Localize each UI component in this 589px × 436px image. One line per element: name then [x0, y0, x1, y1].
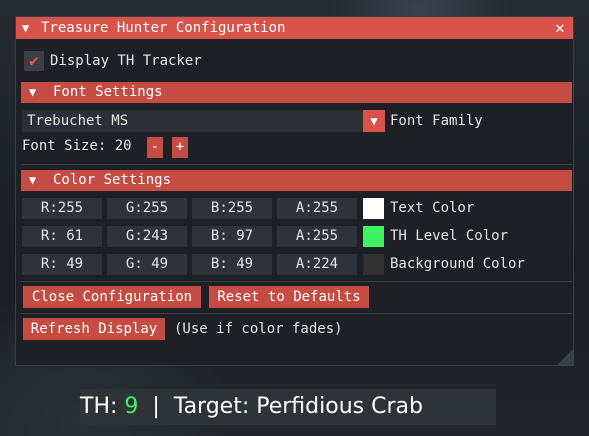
th-value: 9: [124, 394, 139, 419]
collapse-triangle-icon[interactable]: ▼: [22, 17, 29, 39]
background-color-label: Background Color: [390, 256, 525, 272]
display-tracker-checkbox[interactable]: ✔: [24, 51, 44, 71]
font-size-decrement-button[interactable]: -: [147, 137, 163, 158]
font-size-increment-button[interactable]: +: [172, 137, 188, 158]
background-color-a-field[interactable]: A:224: [277, 254, 357, 275]
background-color-swatch[interactable]: [363, 254, 384, 275]
text-color-label: Text Color: [390, 200, 475, 216]
th-tracker-overlay: TH: 9 | Target: Perfidious Crab: [80, 389, 496, 425]
background-color-r-field[interactable]: R: 49: [22, 254, 102, 275]
chevron-down-icon[interactable]: ▼: [363, 110, 385, 132]
text-color-a-field[interactable]: A:255: [277, 198, 357, 219]
th-level-color-label: TH Level Color: [390, 228, 509, 244]
separator: [21, 281, 572, 282]
th-label: TH:: [80, 394, 125, 419]
collapse-triangle-icon: ▼: [29, 173, 37, 187]
font-settings-title: Font Settings: [53, 84, 163, 100]
close-configuration-button[interactable]: Close Configuration: [23, 286, 201, 308]
text-color-r-field[interactable]: R:255: [22, 198, 102, 219]
refresh-hint-text: (Use if color fades): [174, 321, 343, 337]
display-tracker-label: Display TH Tracker: [50, 53, 202, 69]
font-family-label: Font Family: [390, 113, 483, 129]
resize-grip[interactable]: [557, 349, 573, 365]
text-color-g-field[interactable]: G:255: [107, 198, 187, 219]
th-level-color-r-field[interactable]: R: 61: [22, 226, 102, 247]
text-color-swatch[interactable]: [363, 198, 384, 219]
window-titlebar[interactable]: ▼ Treasure Hunter Configuration ✕: [16, 17, 573, 39]
separator: [21, 164, 572, 165]
th-level-color-b-field[interactable]: B: 97: [192, 226, 272, 247]
separator: [21, 313, 572, 314]
color-settings-header[interactable]: ▼ Color Settings: [21, 170, 572, 191]
config-window: ▼ Treasure Hunter Configuration ✕ ✔ Disp…: [15, 16, 574, 366]
reset-defaults-button[interactable]: Reset to Defaults: [209, 286, 369, 308]
target-text: Target: Perfidious Crab: [173, 394, 423, 419]
font-family-value: Trebuchet MS: [27, 113, 129, 129]
window-title: Treasure Hunter Configuration: [41, 20, 286, 36]
color-settings-title: Color Settings: [53, 172, 172, 188]
text-color-b-field[interactable]: B:255: [192, 198, 272, 219]
background-color-b-field[interactable]: B: 49: [192, 254, 272, 275]
th-level-color-swatch[interactable]: [363, 226, 384, 247]
font-family-combo[interactable]: Trebuchet MS ▼: [22, 110, 385, 132]
collapse-triangle-icon: ▼: [29, 85, 37, 99]
background-color-g-field[interactable]: G: 49: [107, 254, 187, 275]
close-icon[interactable]: ✕: [553, 17, 567, 39]
font-settings-header[interactable]: ▼ Font Settings: [21, 82, 572, 103]
font-size-label: Font Size: 20: [22, 138, 132, 154]
status-separator: |: [138, 394, 174, 419]
th-level-color-a-field[interactable]: A:255: [277, 226, 357, 247]
th-level-color-g-field[interactable]: G:243: [107, 226, 187, 247]
refresh-display-button[interactable]: Refresh Display: [23, 318, 165, 340]
